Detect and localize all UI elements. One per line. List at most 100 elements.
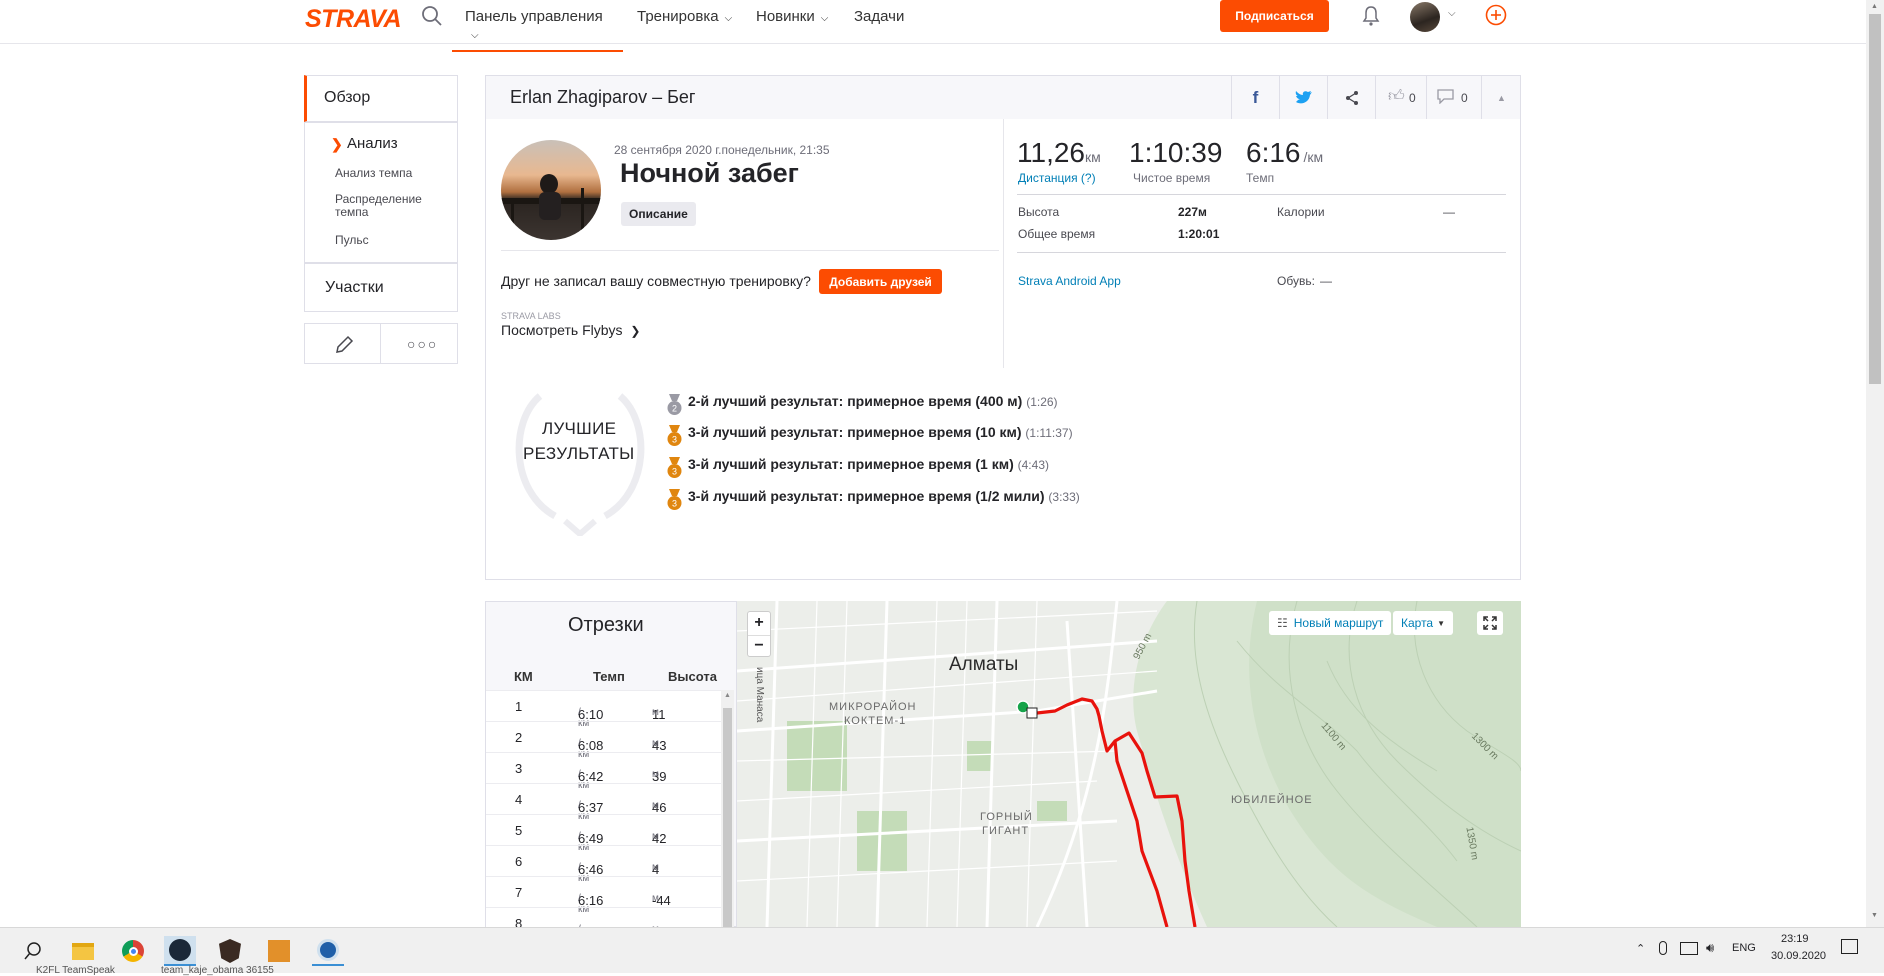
table-row[interactable]: 1 6:10 /км 11 м (486, 690, 721, 729)
route-map[interactable]: + − Алматы МИКРОРАЙОН КОКТЕМ-1 ГОРНЫЙ ГИ… (737, 601, 1521, 927)
twitter-icon (1295, 91, 1312, 104)
kudos-count: 0 (1409, 91, 1416, 105)
network-icon[interactable] (1680, 942, 1698, 955)
flybys-label: Посмотреть Flybys (501, 322, 623, 338)
scroll-up-arrow[interactable]: ▲ (724, 692, 731, 699)
sidebar-item-participants: Участки (325, 279, 384, 296)
sidebar-item-overview: Обзор (324, 89, 371, 106)
map-label-district-2a: ГОРНЫЙ (980, 811, 1033, 823)
column-divider (1003, 119, 1004, 368)
csgo-icon[interactable] (263, 936, 295, 966)
sidebar-item-pace-analysis[interactable]: Анализ темпа (335, 167, 412, 180)
zoom-in-button[interactable]: + (748, 612, 770, 634)
edit-button[interactable] (304, 323, 381, 364)
search-icon[interactable] (421, 5, 443, 27)
table-row[interactable]: 4 6:37 /км 46 м (486, 783, 721, 822)
nav-tasks[interactable]: Задачи (854, 8, 904, 25)
top-navigation: STRAVA Панель управления ⌵ Тренировка ⌵ Но… (0, 0, 1866, 52)
nav-news[interactable]: Новинки ⌵ (756, 8, 828, 25)
nav-dashboard[interactable]: Панель управления ⌵ (452, 8, 623, 52)
achievement-item[interactable]: 2-й лучший результат: примерное время (4… (688, 393, 1058, 409)
device-link[interactable]: Strava Android App (1018, 274, 1121, 288)
pace-stat: 6:16/км (1246, 137, 1323, 169)
sidebar-segments[interactable]: Участки (304, 263, 458, 312)
strava-logo[interactable]: STRAVA (305, 5, 402, 34)
zoom-controls: + − (747, 611, 771, 657)
share-button[interactable] (1327, 76, 1375, 119)
splits-header: КМ Темп Высота (486, 662, 721, 690)
steam-icon[interactable] (164, 936, 196, 966)
twitter-share-button[interactable] (1279, 76, 1327, 119)
sidebar-item-pulse[interactable]: Пульс (335, 234, 369, 247)
achievement-time: (1:11:37) (1025, 426, 1073, 440)
best-results-title-2: РЕЗУЛЬТАТЫ (523, 444, 635, 463)
more-options-button[interactable]: ○○○ (380, 323, 458, 364)
sidebar-overview[interactable]: Обзор (304, 75, 458, 122)
split-km: 5 (515, 823, 523, 838)
nav-training[interactable]: Тренировка ⌵ (637, 8, 732, 25)
subscribe-button[interactable]: Подписаться (1220, 0, 1329, 32)
zoom-out-button[interactable]: − (748, 635, 770, 657)
distance-value: 11,26 (1017, 137, 1085, 168)
table-row[interactable]: 6 6:46 /км 4 м (486, 845, 721, 884)
achievement-item[interactable]: 3-й лучший результат: примерное время (1… (688, 456, 1049, 472)
avatar[interactable] (1410, 2, 1440, 32)
finish-marker[interactable] (1026, 707, 1038, 719)
collapse-button[interactable]: ▲ (1481, 76, 1521, 119)
divider (501, 250, 999, 251)
distance-label[interactable]: Дистанция (?) (1018, 171, 1096, 185)
athlete-photo[interactable] (501, 140, 601, 240)
splits-scrollbar[interactable]: ▲ (721, 690, 734, 927)
calories-label: Калории (1277, 205, 1325, 219)
hidden-window-2[interactable]: team_kaje_obama 36155 (161, 965, 274, 976)
kudos-button[interactable]: 👍︎ 0 (1375, 76, 1426, 119)
microphone-icon[interactable] (1659, 941, 1667, 955)
facebook-share-button[interactable]: f (1231, 76, 1279, 119)
description-button[interactable]: Описание (621, 202, 696, 226)
language-indicator[interactable]: ENG (1732, 942, 1756, 954)
table-row[interactable]: 87:13 /км-41 м (486, 907, 721, 927)
fullscreen-button[interactable] (1477, 611, 1503, 635)
achievement-item[interactable]: 3-й лучший результат: примерное время (1… (688, 488, 1080, 504)
scroll-thumb[interactable] (1869, 14, 1881, 384)
table-row[interactable]: 2 6:08 /км 43 м (486, 721, 721, 760)
clock-date[interactable]: 30.09.2020 (1771, 950, 1826, 962)
scroll-down-arrow[interactable]: ▼ (1871, 912, 1878, 919)
split-km: 7 (515, 885, 523, 900)
scroll-thumb[interactable] (723, 708, 732, 927)
table-row[interactable]: 3 6:42 /км 39 м (486, 752, 721, 791)
volume-icon[interactable]: 🔊︎ (1706, 940, 1714, 956)
chevron-down-icon[interactable]: ⌵ (1448, 8, 1456, 19)
search-icon[interactable] (17, 936, 49, 966)
notifications-icon[interactable] (1841, 939, 1858, 954)
flybys-link[interactable]: Посмотреть Flybys ❯ (501, 322, 640, 338)
medal-rank: 2 (672, 404, 677, 414)
page-scrollbar[interactable]: ▲ ▼ (1866, 0, 1884, 927)
pencil-icon (336, 335, 354, 353)
map-type-dropdown[interactable]: Карта ▼ (1393, 611, 1453, 635)
hidden-icons-chevron[interactable]: ⌃ (1636, 942, 1645, 955)
medal-icon: 3 (666, 489, 683, 511)
scroll-up-arrow[interactable]: ▲ (1871, 3, 1878, 10)
sidebar-item-pace-distribution[interactable]: Распределение темпа (335, 193, 435, 219)
comments-button[interactable]: 0 (1426, 76, 1481, 119)
table-row[interactable]: 7 6:16 /км -44 м (486, 876, 721, 915)
table-row[interactable]: 5 6:49 /км 42 м (486, 814, 721, 853)
file-explorer-icon[interactable] (67, 936, 99, 966)
chevron-down-icon: ⌵ (724, 13, 733, 24)
new-route-button[interactable]: ☷ Новый маршрут (1269, 611, 1392, 635)
hidden-window-1[interactable]: K2FL TeamSpeak (36, 965, 115, 976)
achievement-item[interactable]: 3-й лучший результат: примерное время (1… (688, 424, 1073, 440)
split-km: 4 (515, 792, 523, 807)
teamspeak-icon[interactable] (312, 936, 344, 966)
clock-time[interactable]: 23:19 (1781, 933, 1809, 945)
sidebar-item-analysis[interactable]: Анализ (347, 135, 398, 152)
bell-icon[interactable] (1362, 5, 1380, 32)
col-km: КМ (514, 669, 533, 684)
faceit-icon[interactable] (214, 936, 246, 966)
plus-circle-icon[interactable] (1485, 4, 1507, 31)
add-friends-button[interactable]: Добавить друзей (819, 269, 942, 294)
chrome-icon[interactable] (117, 936, 149, 966)
share-icon (1345, 90, 1358, 105)
achievement-time: (3:33) (1048, 490, 1080, 504)
